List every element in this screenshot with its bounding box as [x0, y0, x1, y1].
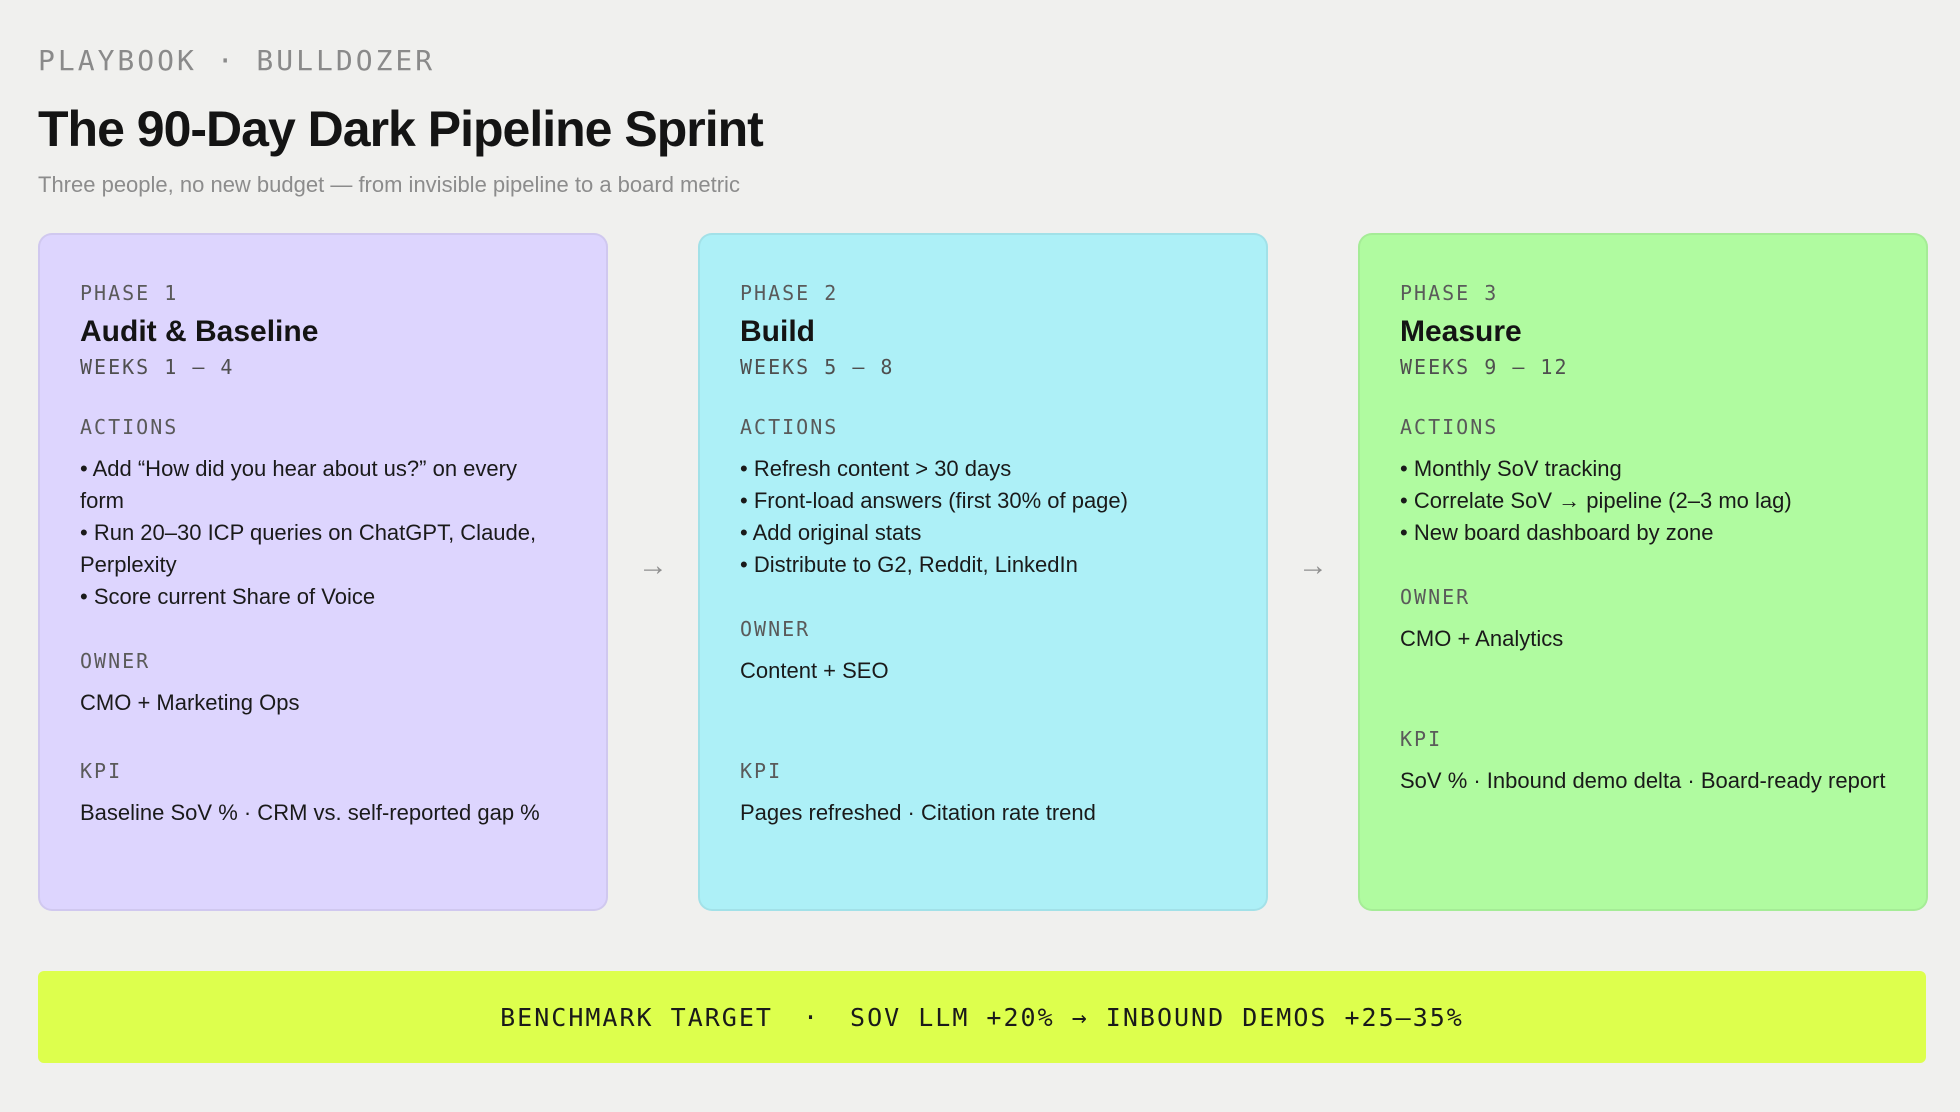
- arrow-right-icon: →: [1298, 549, 1328, 582]
- kpi-section: KPI Pages refreshed · Citation rate tren…: [740, 759, 1230, 829]
- page-subtitle: Three people, no new budget — from invis…: [38, 172, 740, 197]
- action-item: • Monthly SoV tracking: [1400, 456, 1622, 481]
- action-item: • Add “How did you hear about us?” on ev…: [80, 456, 517, 513]
- phase-weeks: WEEKS 1 – 4: [80, 355, 235, 379]
- actions-list: • Refresh content > 30 days • Front-load…: [740, 453, 1226, 581]
- owner-value: CMO + Marketing Ops: [80, 690, 300, 715]
- owner-value: CMO + Analytics: [1400, 626, 1564, 651]
- kpi-label: KPI: [80, 759, 123, 783]
- phase-card-3: PHASE 3 Measure WEEKS 9 – 12 ACTIONS • M…: [1358, 233, 1928, 911]
- playbook-page: PLAYBOOK · BULLDOZER The 90-Day Dark Pip…: [38, 0, 1928, 1112]
- owner-label: OWNER: [740, 617, 811, 641]
- kpi-value: SoV % · Inbound demo delta · Board-ready…: [1400, 768, 1886, 793]
- phase-name: Measure: [1400, 315, 1522, 348]
- benchmark-banner: BENCHMARK TARGET · SOV LLM +20% → INBOUN…: [38, 971, 1926, 1063]
- phase-label: PHASE 1: [80, 281, 179, 305]
- phase-weeks: WEEKS 9 – 12: [1400, 355, 1569, 379]
- phase-label: PHASE 3: [1400, 281, 1499, 305]
- phase-weeks: WEEKS 5 – 8: [740, 355, 895, 379]
- kpi-value: Baseline SoV % · CRM vs. self-reported g…: [80, 800, 540, 825]
- kpi-label: KPI: [740, 759, 783, 783]
- phase-card-2: PHASE 2 Build WEEKS 5 – 8 ACTIONS • Refr…: [698, 233, 1268, 911]
- phase-card-1: PHASE 1 Audit & Baseline WEEKS 1 – 4 ACT…: [38, 233, 608, 911]
- actions-label: ACTIONS: [80, 415, 179, 439]
- phase-name: Audit & Baseline: [80, 315, 319, 348]
- action-item: • Front-load answers (first 30% of page): [740, 488, 1128, 513]
- kpi-value: Pages refreshed · Citation rate trend: [740, 800, 1096, 825]
- kpi-section: KPI SoV % · Inbound demo delta · Board-r…: [1400, 727, 1890, 797]
- action-item: • Refresh content > 30 days: [740, 456, 1012, 481]
- actions-label: ACTIONS: [740, 415, 839, 439]
- phase-label: PHASE 2: [740, 281, 839, 305]
- banner-separator: ·: [802, 1002, 821, 1032]
- banner-label: BENCHMARK TARGET: [500, 1002, 773, 1032]
- action-item: • Run 20–30 ICP queries on ChatGPT, Clau…: [80, 520, 537, 577]
- kpi-label: KPI: [1400, 727, 1443, 751]
- page-title: The 90-Day Dark Pipeline Sprint: [38, 101, 764, 157]
- action-item: • Score current Share of Voice: [80, 584, 376, 609]
- eyebrow: PLAYBOOK · BULLDOZER: [38, 44, 436, 77]
- owner-label: OWNER: [1400, 585, 1471, 609]
- owner-label: OWNER: [80, 649, 151, 673]
- action-item: • Correlate SoV → pipeline (2–3 mo lag): [1400, 488, 1792, 513]
- actions-list: • Monthly SoV tracking • Correlate SoV →…: [1400, 453, 1886, 549]
- kpi-section: KPI Baseline SoV % · CRM vs. self-report…: [80, 759, 570, 829]
- action-item: • Add original stats: [740, 520, 922, 545]
- action-item: • New board dashboard by zone: [1400, 520, 1714, 545]
- actions-list: • Add “How did you hear about us?” on ev…: [80, 453, 566, 613]
- phases-row: PHASE 1 Audit & Baseline WEEKS 1 – 4 ACT…: [38, 233, 1928, 911]
- action-item: • Distribute to G2, Reddit, LinkedIn: [740, 552, 1078, 577]
- banner-value: SOV LLM +20% → INBOUND DEMOS +25–35%: [850, 1002, 1464, 1032]
- actions-label: ACTIONS: [1400, 415, 1499, 439]
- arrow-right-icon: →: [638, 549, 668, 582]
- owner-value: Content + SEO: [740, 658, 889, 683]
- phase-name: Build: [740, 315, 815, 348]
